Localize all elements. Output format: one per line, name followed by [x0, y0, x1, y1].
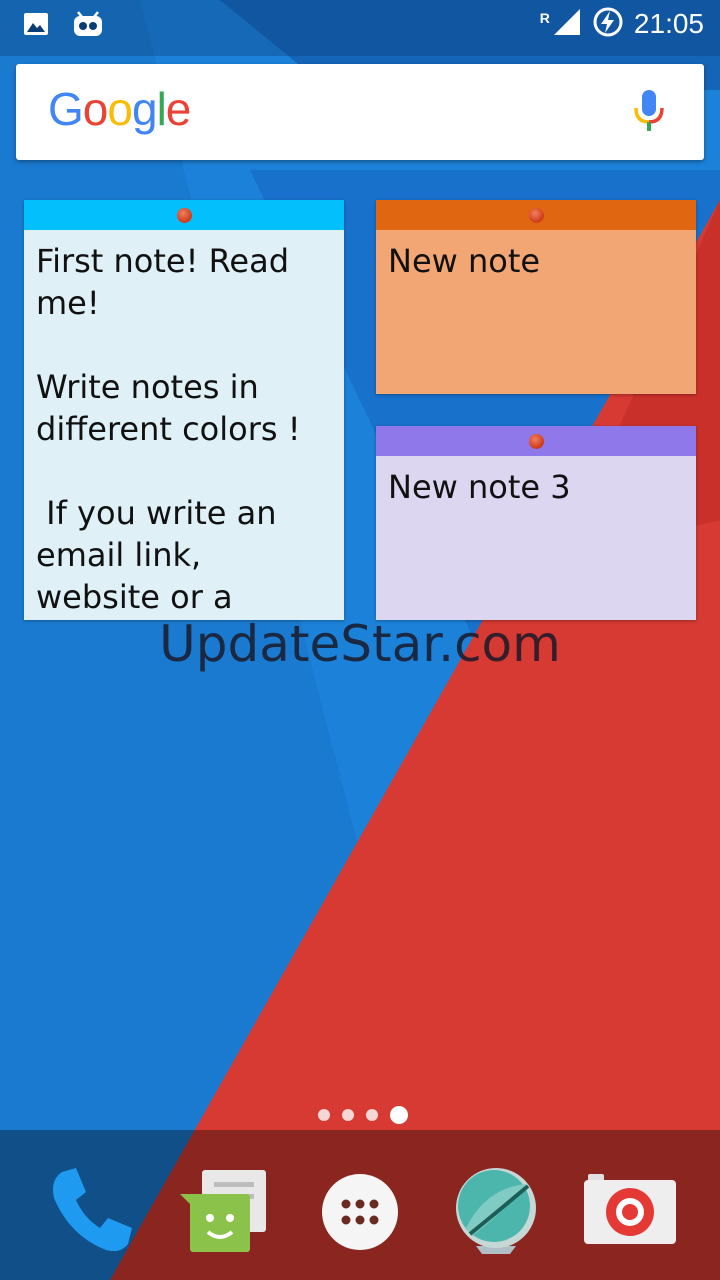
cyanogen-notification-icon[interactable] — [72, 10, 104, 42]
note-text: New note — [388, 242, 541, 280]
google-search-bar[interactable]: Google — [16, 64, 704, 160]
phone-icon[interactable] — [40, 1158, 140, 1258]
page-dot[interactable] — [342, 1109, 354, 1121]
watermark: UpdateStar.com — [159, 615, 561, 673]
pin-icon — [529, 434, 544, 449]
note-header-bar — [24, 200, 344, 230]
mic-icon[interactable] — [632, 88, 666, 138]
note-header-bar — [376, 200, 696, 230]
note-widget-new-note-3[interactable]: New note 3 — [376, 426, 696, 620]
image-notification-icon[interactable] — [22, 10, 50, 42]
app-drawer-icon[interactable] — [310, 1158, 410, 1258]
note-header-bar — [376, 426, 696, 456]
page-dot-active[interactable] — [390, 1106, 408, 1124]
signal-icon — [552, 7, 582, 41]
note-widget-new-note[interactable]: New note — [376, 200, 696, 394]
network-indicator: R — [539, 10, 550, 26]
browser-icon[interactable] — [446, 1158, 546, 1258]
note-text: First note! Read me! Write notes in diff… — [36, 242, 301, 616]
clock: 21:05 — [633, 8, 704, 39]
pin-icon — [177, 208, 192, 223]
note-text: New note 3 — [388, 468, 571, 506]
camera-icon[interactable] — [580, 1158, 680, 1258]
page-dot[interactable] — [366, 1109, 378, 1121]
battery-charging-icon — [592, 6, 624, 42]
page-indicator — [318, 1106, 408, 1124]
pin-icon — [529, 208, 544, 223]
google-logo: Google — [48, 83, 191, 135]
messaging-icon[interactable] — [176, 1158, 276, 1258]
note-widget-first[interactable]: First note! Read me! Write notes in diff… — [24, 200, 344, 620]
page-dot[interactable] — [318, 1109, 330, 1121]
dock — [0, 1150, 720, 1280]
status-bar: R 21:05 — [0, 0, 720, 50]
